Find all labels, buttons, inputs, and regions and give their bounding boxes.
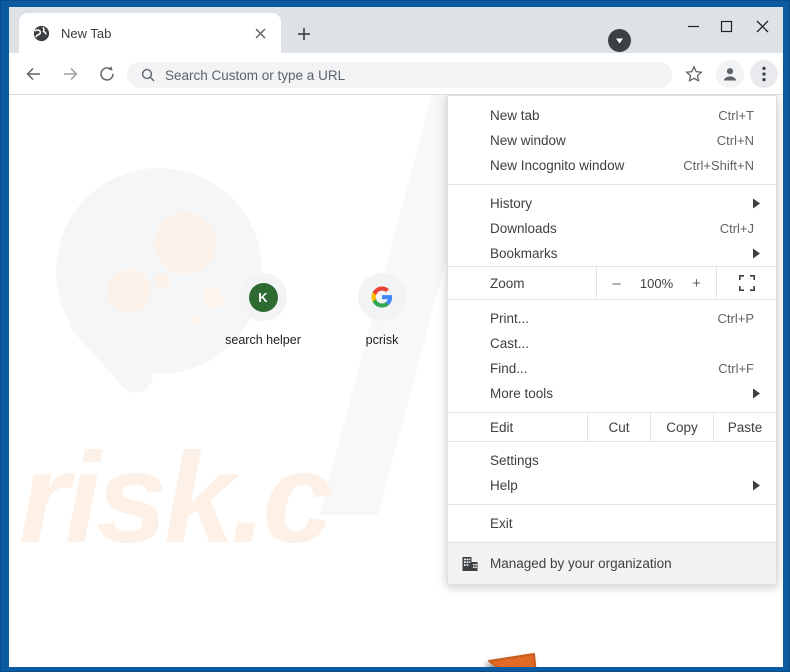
watermark-text: risk.c [19, 427, 333, 570]
shortcut-pcrisk[interactable]: pcrisk [350, 273, 414, 347]
new-tab-button[interactable] [291, 21, 317, 47]
menu-item-label: Help [490, 478, 518, 493]
zoom-level-value: 100% [639, 275, 674, 291]
shortcut-search-helper[interactable]: K search helper [225, 273, 301, 347]
fullscreen-icon[interactable] [716, 267, 776, 299]
menu-item-find[interactable]: Find... Ctrl+F [448, 356, 776, 381]
menu-separator [448, 184, 776, 185]
paste-button[interactable]: Paste [713, 413, 776, 441]
menu-item-print[interactable]: Print... Ctrl+P [448, 306, 776, 331]
reload-icon[interactable] [93, 60, 121, 88]
menu-item-label: New window [490, 133, 566, 148]
menu-item-label: Cast... [490, 336, 530, 351]
shortcut-letter: K [248, 282, 278, 312]
globe-icon [33, 25, 50, 42]
menu-item-exit[interactable]: Exit [448, 511, 776, 536]
orange-arrow-cursor-icon [452, 650, 552, 667]
star-icon[interactable] [680, 60, 708, 88]
menu-item-shortcut: Ctrl+N [716, 133, 754, 148]
menu-item-shortcut: Ctrl+T [718, 108, 754, 123]
zoom-controls: – 100% + [596, 267, 716, 299]
menu-item-new-incognito-window[interactable]: New Incognito window Ctrl+Shift+N [448, 153, 776, 178]
menu-item-help[interactable]: Help [448, 473, 776, 498]
cut-button[interactable]: Cut [587, 413, 650, 441]
menu-item-shortcut: Ctrl+J [719, 221, 754, 236]
browser-window-inner: New Tab Search Custom or type a URL risk… [9, 7, 783, 667]
shortcut-tiles: K search helper pcrisk [225, 273, 414, 347]
menu-item-label: History [490, 196, 533, 211]
shortcut-label: search helper [225, 333, 301, 347]
address-bar[interactable] [127, 62, 672, 88]
zoom-in-button[interactable]: + [683, 267, 711, 299]
chevron-right-icon [753, 196, 760, 211]
menu-item-shortcut: Ctrl+Shift+N [683, 158, 754, 173]
menu-item-label: Edit [490, 419, 514, 435]
new-tab-page: risk.c K search helper pcrisk New tab Ct… [9, 95, 783, 667]
menu-item-shortcut: Ctrl+P [717, 311, 754, 326]
browser-toolbar [9, 53, 783, 95]
menu-item-label: New tab [490, 108, 540, 123]
menu-item-shortcut: Ctrl+F [718, 361, 754, 376]
organization-building-icon [461, 555, 479, 573]
download-arrow-icon[interactable] [608, 29, 631, 52]
menu-item-settings[interactable]: Settings [448, 448, 776, 473]
zoom-out-button[interactable]: – [603, 267, 631, 299]
tab-title: New Tab [61, 25, 112, 41]
menu-edit-row: Edit Cut Copy Paste [448, 412, 776, 442]
menu-item-label: Managed by your organization [490, 556, 672, 571]
copy-button[interactable]: Copy [650, 413, 713, 441]
menu-item-cast[interactable]: Cast... [448, 331, 776, 356]
menu-item-new-window[interactable]: New window Ctrl+N [448, 128, 776, 153]
menu-item-downloads[interactable]: Downloads Ctrl+J [448, 216, 776, 241]
chevron-right-icon [753, 246, 760, 261]
browser-tab[interactable]: New Tab [19, 13, 281, 53]
person-icon[interactable] [716, 60, 744, 88]
menu-item-label: Settings [490, 453, 539, 468]
menu-item-label: Exit [490, 516, 513, 531]
menu-item-new-tab[interactable]: New tab Ctrl+T [448, 103, 776, 128]
menu-item-label: New Incognito window [490, 158, 625, 173]
menu-item-history[interactable]: History [448, 191, 776, 216]
menu-item-managed-by-organization[interactable]: Managed by your organization [448, 542, 776, 584]
google-g-logo-icon [358, 273, 406, 321]
arrow-right-icon[interactable] [56, 60, 84, 88]
menu-item-bookmarks[interactable]: Bookmarks [448, 241, 776, 266]
letter-k-tile-icon: K [239, 273, 287, 321]
shortcut-label: pcrisk [365, 333, 399, 347]
menu-item-label: Zoom [490, 275, 525, 291]
menu-item-label: Bookmarks [490, 246, 558, 261]
search-input[interactable] [165, 67, 645, 83]
browser-window: New Tab Search Custom or type a URL risk… [0, 0, 790, 672]
search-icon [141, 68, 155, 82]
menu-item-more-tools[interactable]: More tools [448, 381, 776, 406]
window-close-button[interactable] [739, 11, 783, 41]
tab-strip: New Tab [9, 7, 783, 53]
chrome-main-menu: New tab Ctrl+T New window Ctrl+N New Inc… [447, 95, 777, 585]
menu-item-label: Find... [490, 361, 528, 376]
chevron-right-icon [753, 478, 760, 493]
arrow-left-icon[interactable] [20, 60, 48, 88]
menu-item-label: Print... [490, 311, 530, 326]
menu-item-label: Downloads [490, 221, 557, 236]
close-icon[interactable] [248, 21, 272, 45]
chevron-right-icon [753, 386, 760, 401]
menu-separator [448, 504, 776, 505]
menu-zoom-row: Zoom – 100% + [448, 266, 776, 300]
menu-item-label: More tools [490, 386, 554, 401]
three-dots-icon[interactable] [750, 60, 778, 88]
